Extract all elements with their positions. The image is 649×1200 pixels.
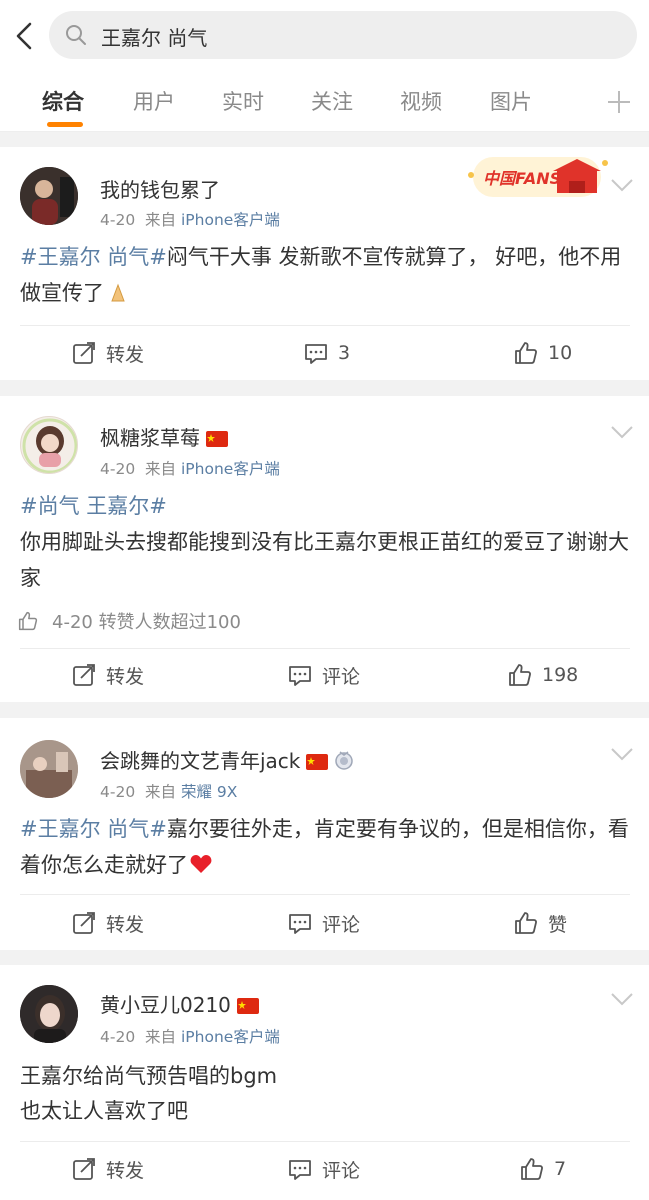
hashtag-link[interactable]: #王嘉尔 尚气# bbox=[20, 245, 167, 269]
repost-icon bbox=[73, 342, 95, 364]
active-tab-indicator bbox=[47, 122, 83, 127]
avatar-image-icon bbox=[20, 167, 78, 225]
username[interactable]: 黄小豆儿0210 bbox=[100, 989, 259, 1018]
comment-button[interactable]: 评论 bbox=[288, 1154, 360, 1184]
comment-icon bbox=[289, 914, 311, 934]
china-flag-icon bbox=[236, 998, 259, 1014]
post-body-line: 也太让人喜欢了吧 bbox=[20, 1099, 188, 1123]
post-card[interactable]: 黄小豆儿0210 4-20 来自 iPhone客户端 王嘉尔给尚气预告唱的bgm… bbox=[0, 965, 649, 1200]
post-card[interactable]: 枫糖浆草莓 4-20 来自 iPhone客户端 #尚气 王嘉尔# 你用脚趾头去搜… bbox=[0, 396, 649, 702]
back-arrow-icon[interactable] bbox=[12, 20, 36, 52]
like-button[interactable]: 198 bbox=[508, 660, 578, 690]
tab-realtime[interactable]: 实时 bbox=[222, 86, 264, 116]
source-link[interactable]: iPhone客户端 bbox=[181, 1028, 280, 1046]
pray-hands-emoji-icon bbox=[106, 278, 130, 314]
chevron-down-icon[interactable] bbox=[610, 177, 634, 193]
divider bbox=[20, 325, 630, 326]
thumbs-up-icon bbox=[521, 1158, 543, 1180]
repost-icon bbox=[73, 1158, 95, 1180]
tab-images[interactable]: 图片 bbox=[490, 86, 532, 116]
post-meta: 4-20 来自 iPhone客户端 bbox=[100, 211, 280, 229]
post-body: #王嘉尔 尚气#闷气干大事 发新歌不宣传就算了， 好吧，他不用做宣传了 bbox=[20, 239, 632, 314]
add-tab-icon[interactable] bbox=[606, 89, 632, 115]
avatar[interactable] bbox=[20, 985, 78, 1043]
tab-users[interactable]: 用户 bbox=[133, 86, 175, 116]
tab-comprehensive[interactable]: 综合 bbox=[42, 86, 84, 116]
red-heart-icon bbox=[190, 855, 212, 873]
repost-icon bbox=[73, 912, 95, 934]
like-summary: 4-20 转赞人数超过100 bbox=[18, 608, 241, 634]
divider bbox=[20, 894, 630, 895]
post-meta: 4-20 来自 iPhone客户端 bbox=[100, 460, 280, 478]
comment-button[interactable]: 评论 bbox=[288, 908, 360, 938]
thumbs-up-icon bbox=[515, 342, 537, 364]
search-query: 王嘉尔 尚气 bbox=[101, 26, 208, 50]
thumbs-up-icon bbox=[509, 664, 531, 686]
avatar-image-icon bbox=[20, 985, 78, 1043]
comment-button[interactable]: 3 bbox=[304, 338, 350, 368]
avatar[interactable] bbox=[20, 167, 78, 225]
username[interactable]: 我的钱包累了 bbox=[100, 174, 220, 203]
repost-icon bbox=[73, 664, 95, 686]
tab-following[interactable]: 关注 bbox=[311, 86, 353, 116]
hashtag-link[interactable]: #王嘉尔 尚气# bbox=[20, 817, 167, 841]
search-input[interactable]: 王嘉尔 尚气 bbox=[49, 11, 637, 59]
source-link[interactable]: iPhone客户端 bbox=[181, 211, 280, 229]
comment-icon bbox=[289, 1160, 311, 1180]
username[interactable]: 枫糖浆草莓 bbox=[100, 422, 228, 451]
source-link[interactable]: 荣耀 9X bbox=[181, 783, 237, 801]
avatar[interactable] bbox=[20, 416, 78, 474]
divider bbox=[20, 648, 630, 649]
repost-button[interactable]: 转发 bbox=[72, 660, 144, 690]
repost-button[interactable]: 转发 bbox=[72, 338, 144, 368]
china-flag-icon bbox=[206, 431, 228, 447]
post-body: 你用脚趾头去搜都能搜到没有比王嘉尔更根正苗红的爱豆了谢谢大家 bbox=[20, 530, 629, 590]
like-button[interactable]: 10 bbox=[514, 338, 572, 368]
like-button[interactable]: 赞 bbox=[514, 908, 567, 938]
post-body-line: 王嘉尔给尚气预告唱的bgm bbox=[20, 1064, 278, 1088]
badge-label: 中国FANS bbox=[483, 169, 562, 188]
avatar-image-icon bbox=[22, 418, 77, 473]
comment-icon bbox=[289, 666, 311, 686]
post-meta: 4-20 来自 iPhone客户端 bbox=[100, 1028, 280, 1046]
username[interactable]: 会跳舞的文艺青年jack bbox=[100, 745, 354, 774]
thumbs-up-icon bbox=[515, 912, 537, 934]
divider bbox=[20, 1141, 630, 1142]
like-button[interactable]: 7 bbox=[520, 1154, 566, 1184]
chevron-down-icon[interactable] bbox=[610, 424, 634, 440]
post-card[interactable]: 会跳舞的文艺青年jack 4-20 来自 荣耀 9X #王嘉尔 尚气#嘉尔要往外… bbox=[0, 718, 649, 950]
china-flag-icon bbox=[306, 754, 329, 770]
search-icon bbox=[66, 25, 86, 45]
thumbs-up-icon bbox=[18, 611, 38, 631]
hashtag-link[interactable]: #尚气 王嘉尔# bbox=[20, 494, 167, 518]
avatar-image-icon bbox=[20, 740, 78, 798]
repost-button[interactable]: 转发 bbox=[72, 1154, 144, 1184]
comment-icon bbox=[305, 344, 327, 364]
china-fans-badge: 中国FANS bbox=[465, 153, 610, 203]
post-card[interactable]: 我的钱包累了 4-20 来自 iPhone客户端 中国FANS #王嘉尔 尚气#… bbox=[0, 147, 649, 380]
source-link[interactable]: iPhone客户端 bbox=[181, 460, 280, 478]
tab-bar: 综合 用户 实时 关注 视频 图片 bbox=[0, 70, 649, 132]
chevron-down-icon[interactable] bbox=[610, 746, 634, 762]
post-meta: 4-20 来自 荣耀 9X bbox=[100, 783, 238, 801]
repost-button[interactable]: 转发 bbox=[72, 908, 144, 938]
post-body: #王嘉尔 尚气#嘉尔要往外走，肯定要有争议的，但是相信你，看着你怎么走就好了 bbox=[20, 817, 629, 877]
post-hashtag-line: #尚气 王嘉尔# bbox=[20, 488, 632, 524]
medal-icon bbox=[335, 751, 354, 770]
tab-videos[interactable]: 视频 bbox=[400, 86, 442, 116]
chevron-down-icon[interactable] bbox=[610, 991, 634, 1007]
comment-button[interactable]: 评论 bbox=[288, 660, 360, 690]
top-bar: 王嘉尔 尚气 bbox=[0, 0, 649, 70]
avatar[interactable] bbox=[20, 740, 78, 798]
